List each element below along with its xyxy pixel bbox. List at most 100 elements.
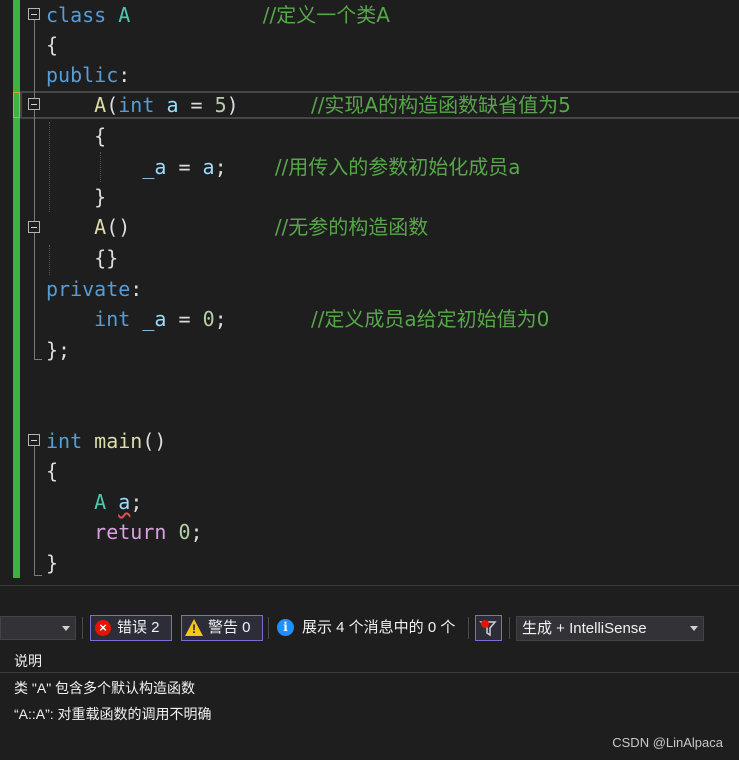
code-token: =	[178, 93, 215, 117]
description-column-header[interactable]: 说明	[0, 647, 739, 673]
code-token: //无参的构造函数	[274, 215, 429, 239]
code-line[interactable]: class A //定义一个类A	[46, 0, 390, 30]
code-token: //定义成员a给定初始值为0	[310, 307, 550, 331]
toolbar-separator	[82, 617, 83, 639]
code-token: private	[46, 277, 131, 301]
fold-toggle-main[interactable]	[28, 434, 40, 446]
code-editor[interactable]: class A //定义一个类A{public: A(int a = 5) //…	[0, 0, 739, 585]
code-line[interactable]: {	[46, 121, 106, 151]
errors-filter-label: 错误 2	[117, 619, 160, 636]
fold-toggle-default-constructor[interactable]	[28, 221, 40, 233]
code-line[interactable]: int _a = 0; //定义成员a给定初始值为0	[46, 304, 549, 334]
filter-toggle-button[interactable]	[475, 615, 502, 641]
build-source-value: 生成 + IntelliSense	[522, 620, 647, 637]
toolbar-separator	[468, 617, 469, 639]
fold-line	[34, 233, 35, 360]
code-line[interactable]: A(int a = 5) //实现A的构造函数缺省值为5	[46, 90, 571, 120]
build-source-dropdown[interactable]: 生成 + IntelliSense	[516, 616, 704, 641]
code-line[interactable]: {	[46, 30, 58, 60]
error-icon: ×	[95, 620, 111, 636]
code-token: ()	[106, 215, 131, 239]
code-token: main	[94, 429, 143, 453]
code-token: =	[166, 155, 203, 179]
watermark: CSDN @LinAlpaca	[612, 735, 723, 750]
code-line[interactable]: A() //无参的构造函数	[46, 212, 428, 242]
code-token: )	[226, 93, 239, 117]
code-line[interactable]: {	[46, 456, 58, 486]
fold-line	[34, 20, 35, 98]
code-token: a	[166, 93, 179, 117]
scope-dropdown[interactable]	[0, 616, 76, 640]
code-token: A	[118, 3, 131, 27]
code-token: ;	[214, 307, 227, 331]
code-token: a	[118, 490, 131, 514]
fold-line-end	[34, 575, 42, 576]
code-line[interactable]: public:	[46, 60, 130, 90]
code-line[interactable]: };	[46, 335, 70, 365]
warnings-filter-button[interactable]: 警告 0	[181, 615, 263, 641]
code-token: {}	[94, 246, 119, 270]
code-token: A	[94, 215, 107, 239]
code-token: int	[94, 307, 131, 331]
code-token: class	[46, 3, 107, 27]
code-token: _a	[142, 307, 167, 331]
code-token: };	[46, 338, 71, 362]
fold-line	[34, 446, 35, 576]
fold-toggle-class[interactable]	[28, 8, 40, 20]
code-token: //定义一个类A	[262, 3, 390, 27]
info-icon[interactable]: i	[277, 619, 294, 636]
code-token: 5	[214, 93, 227, 117]
fold-toggle-constructor[interactable]	[28, 98, 40, 110]
error-list-panel: × 错误 2 警告 0 i 展示 4 个消息中的 0 个 生成 + Intell…	[0, 585, 739, 760]
error-list-toolbar: × 错误 2 警告 0 i 展示 4 个消息中的 0 个 生成 + Intell…	[0, 613, 739, 645]
code-line[interactable]: {}	[46, 243, 118, 273]
code-token: {	[94, 124, 107, 148]
code-token: 0	[202, 307, 215, 331]
code-line[interactable]: }	[46, 182, 106, 212]
code-token: return	[94, 520, 167, 544]
code-token: }	[94, 185, 107, 209]
code-line[interactable]: A a;	[46, 487, 142, 517]
code-token: :	[118, 63, 131, 87]
error-row[interactable]: 类 "A" 包含多个默认构造函数	[14, 678, 195, 698]
code-token: ;	[130, 490, 143, 514]
fold-line	[34, 110, 35, 221]
code-token: //用传入的参数初始化成员a	[274, 155, 521, 179]
chevron-down-icon	[62, 626, 70, 631]
code-token: {	[46, 459, 59, 483]
code-line[interactable]: return 0;	[46, 517, 203, 547]
warnings-filter-label: 警告 0	[208, 619, 251, 636]
code-line[interactable]: private:	[46, 274, 142, 304]
code-token: =	[166, 307, 203, 331]
code-token: 0	[178, 520, 191, 544]
code-line[interactable]: int main()	[46, 426, 166, 456]
current-line-marker	[13, 92, 20, 118]
error-row[interactable]: “A::A”: 对重载函数的调用不明确	[14, 704, 212, 724]
messages-filter-label[interactable]: 展示 4 个消息中的 0 个	[302, 615, 455, 641]
code-token: ;	[190, 520, 203, 544]
code-token: ;	[214, 155, 227, 179]
code-token: }	[46, 551, 59, 575]
code-token: a	[202, 155, 215, 179]
code-token: :	[130, 277, 143, 301]
code-line[interactable]: _a = a; //用传入的参数初始化成员a	[46, 152, 521, 182]
errors-filter-button[interactable]: × 错误 2	[90, 615, 172, 641]
code-line[interactable]: }	[46, 548, 58, 578]
code-token: //实现A的构造函数缺省值为5	[310, 93, 571, 117]
code-token: A	[94, 93, 107, 117]
chevron-down-icon	[690, 626, 698, 631]
